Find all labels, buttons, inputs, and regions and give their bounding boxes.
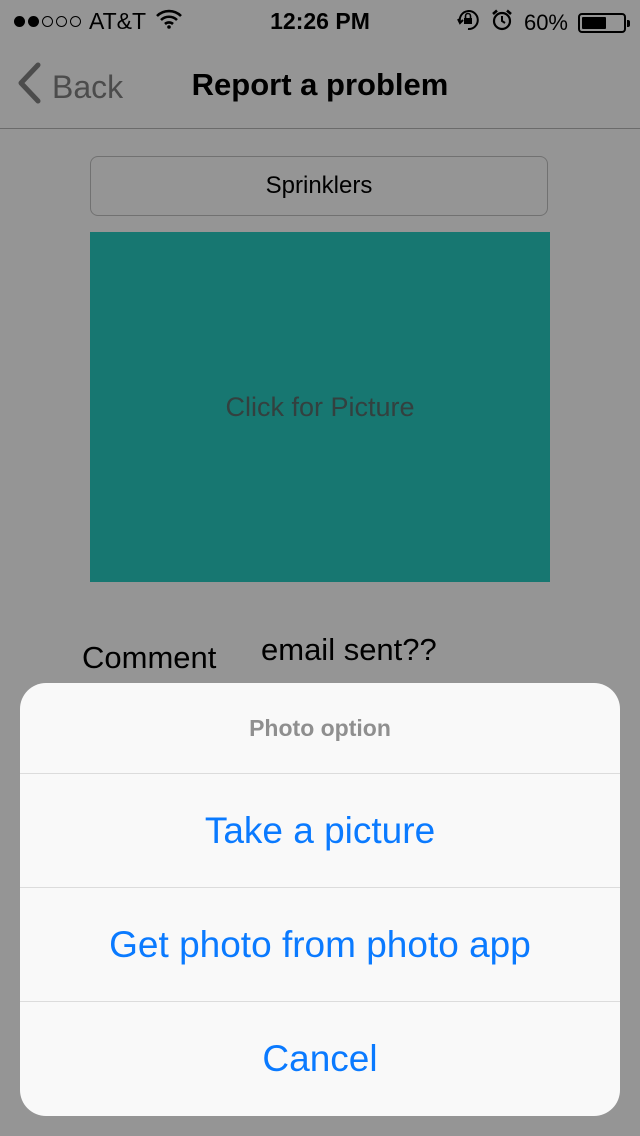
action-sheet: Photo option Take a picture Get photo fr…	[20, 683, 620, 1116]
photo-library-button[interactable]: Get photo from photo app	[20, 888, 620, 1002]
action-sheet-title: Photo option	[20, 683, 620, 774]
cancel-button[interactable]: Cancel	[20, 1002, 620, 1116]
take-picture-button[interactable]: Take a picture	[20, 774, 620, 888]
